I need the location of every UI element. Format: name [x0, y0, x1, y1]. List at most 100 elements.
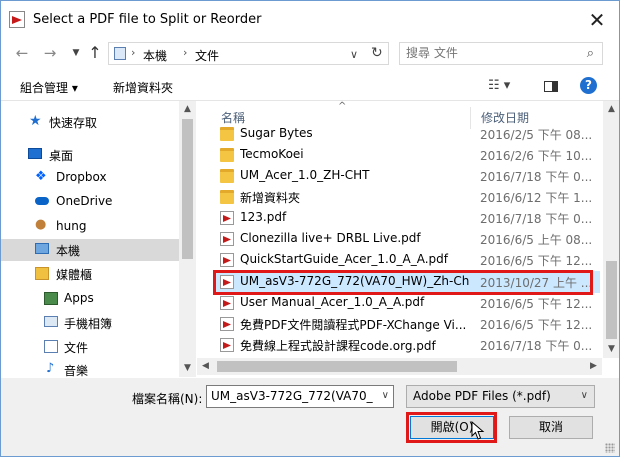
file-row-selected[interactable]: UM_asV3-772G_772(VA70_HW)_Zh-Ch... 2013/…	[214, 271, 600, 293]
toolbar: 組合管理 ▾ 新增資料夾 ☷ ▾ ?	[1, 71, 619, 101]
navigation-pane: ★ 快速存取 桌面 ❖ Dropbox OneDrive ● hung 本機 媒…	[1, 101, 197, 377]
address-chevron-down-icon[interactable]: ∨	[350, 48, 358, 61]
onedrive-icon	[35, 197, 49, 205]
close-button[interactable]: ✕	[585, 8, 609, 32]
file-dialog: Select a PDF file to Split or Reorder ✕ …	[0, 0, 620, 457]
breadcrumb-documents[interactable]: 文件	[195, 47, 219, 64]
nav-item-quick-access[interactable]: ★ 快速存取	[1, 111, 179, 133]
filename-input[interactable]	[211, 389, 373, 403]
breadcrumb-this-pc[interactable]: 本機	[143, 47, 167, 64]
scroll-thumb[interactable]	[182, 119, 193, 259]
file-row[interactable]: Clonezilla live+ DRBL Live.pdf 2016/6/5 …	[214, 228, 600, 250]
preview-pane-icon[interactable]	[544, 81, 558, 92]
scroll-thumb[interactable]	[217, 361, 457, 372]
nav-item-onedrive[interactable]: OneDrive	[1, 191, 179, 213]
breadcrumb-separator-icon: ›	[183, 46, 188, 59]
organize-button[interactable]: 組合管理 ▾	[20, 79, 78, 96]
refresh-icon[interactable]: ↻	[371, 45, 383, 61]
resize-grip-icon[interactable]	[605, 443, 615, 453]
file-date: 2016/6/5 下午 12...	[480, 297, 593, 311]
nav-item-label: 手機相簿	[64, 317, 113, 331]
scroll-down-icon[interactable]: ▼	[179, 360, 196, 377]
file-date: 2016/6/5 下午 12...	[480, 318, 593, 332]
user-icon: ●	[35, 217, 47, 232]
file-name: QuickStartGuide_Acer_1.0_A_A.pdf	[240, 252, 448, 266]
window-title: Select a PDF file to Split or Reorder	[33, 12, 262, 27]
folder-icon	[220, 169, 234, 183]
documents-icon	[44, 340, 58, 353]
file-row[interactable]: 123.pdf 2016/7/18 下午 0...	[214, 207, 600, 229]
pdf-file-icon	[220, 211, 234, 225]
new-folder-button[interactable]: 新增資料夾	[113, 79, 173, 96]
back-arrow-icon[interactable]: ←	[13, 43, 31, 63]
nav-item-desktop[interactable]: 桌面	[1, 144, 179, 166]
nav-item-music[interactable]: ♪ 音樂	[1, 359, 179, 377]
apps-icon	[44, 292, 58, 305]
nav-item-label: hung	[56, 219, 87, 233]
music-icon: ♪	[46, 361, 55, 376]
nav-item-apps[interactable]: Apps	[1, 288, 179, 310]
file-row[interactable]: UM_Acer_1.0_ZH-CHT 2016/7/18 下午 0...	[214, 165, 600, 187]
nav-item-label: Apps	[64, 291, 94, 305]
file-date: 2016/7/18 下午 0...	[480, 170, 593, 184]
file-row[interactable]: Sugar Bytes 2016/2/5 下午 08...	[214, 123, 600, 145]
nav-item-documents[interactable]: 文件	[1, 336, 179, 358]
scroll-right-icon[interactable]: ▶	[585, 358, 602, 375]
file-row[interactable]: TecmoKoei 2016/2/6 下午 10...	[214, 144, 600, 166]
folder-icon	[220, 190, 234, 204]
horizontal-scrollbar[interactable]: ◀ ▶	[197, 358, 602, 375]
file-row[interactable]: 新增資料夾 2016/6/12 下午 1...	[214, 186, 600, 208]
pdf-file-icon	[220, 317, 234, 331]
up-arrow-icon[interactable]: ↑	[86, 43, 104, 63]
nav-item-camera-roll[interactable]: 手機相簿	[1, 312, 179, 334]
file-list-scrollbar[interactable]: ▲ ▼	[603, 101, 619, 358]
search-box[interactable]: ⌕	[399, 42, 603, 65]
nav-scrollbar[interactable]: ▲ ▼	[179, 101, 196, 377]
help-icon[interactable]: ?	[580, 77, 597, 94]
file-row[interactable]: QuickStartGuide_Acer_1.0_A_A.pdf 2016/6/…	[214, 249, 600, 271]
scroll-up-icon[interactable]: ▲	[179, 101, 196, 118]
nav-item-label: 本機	[56, 244, 81, 258]
file-name: User Manual_Acer_1.0_A_A.pdf	[240, 295, 425, 309]
scroll-down-icon[interactable]: ▼	[603, 341, 619, 358]
scroll-left-icon[interactable]: ◀	[197, 358, 214, 375]
address-bar[interactable]: › 本機 › 文件 ∨ ↻	[108, 42, 389, 65]
file-name: Clonezilla live+ DRBL Live.pdf	[240, 231, 421, 245]
nav-item-user[interactable]: ● hung	[1, 216, 179, 238]
scroll-up-icon[interactable]: ▲	[603, 101, 619, 118]
search-input[interactable]	[406, 46, 576, 60]
pdf-file-icon	[220, 296, 234, 310]
nav-item-this-pc[interactable]: 本機	[1, 239, 179, 261]
pdf-file-icon	[220, 275, 234, 289]
breadcrumb-separator-icon: ›	[131, 46, 136, 59]
nav-item-libraries[interactable]: 媒體櫃	[1, 263, 179, 285]
computer-icon	[114, 47, 126, 60]
file-list: ^ 名稱 修改日期 Sugar Bytes 2016/2/5 下午 08... …	[197, 101, 619, 377]
file-row[interactable]: 免費PDF文件閱讀程式PDF-XChange Vi... 2016/6/5 下午…	[214, 313, 600, 335]
pdf-file-icon	[220, 338, 234, 352]
filename-combobox[interactable]: ∨	[206, 385, 394, 408]
file-name: 123.pdf	[240, 210, 287, 224]
computer-icon	[35, 243, 49, 254]
scroll-thumb[interactable]	[606, 261, 617, 339]
file-date: 2016/7/18 下午 0...	[480, 339, 593, 353]
nav-item-dropbox[interactable]: ❖ Dropbox	[1, 167, 179, 189]
star-icon: ★	[29, 113, 42, 129]
file-name: UM_asV3-772G_772(VA70_HW)_Zh-Ch...	[240, 274, 470, 288]
search-icon[interactable]: ⌕	[587, 46, 594, 61]
pdf-app-icon	[9, 11, 25, 28]
recent-locations-chevron-icon[interactable]: ▼	[67, 43, 85, 63]
nav-item-label: OneDrive	[56, 194, 113, 208]
file-name: 免費PDF文件閱讀程式PDF-XChange Vi...	[240, 318, 467, 332]
file-type-select[interactable]: Adobe PDF Files (*.pdf) ∨	[406, 385, 595, 408]
dialog-footer: 檔案名稱(N): ∨ Adobe PDF Files (*.pdf) ∨ 開啟(…	[1, 378, 619, 456]
file-row[interactable]: 免費線上程式設計課程code.org.pdf 2016/7/18 下午 0...	[214, 334, 600, 356]
file-date: 2016/7/18 下午 0...	[480, 212, 593, 226]
nav-item-label: Dropbox	[56, 170, 107, 184]
cancel-button[interactable]: 取消	[509, 416, 593, 439]
chevron-down-icon[interactable]: ∨	[382, 390, 389, 401]
chevron-down-icon[interactable]: ∨	[581, 390, 588, 401]
file-row[interactable]: User Manual_Acer_1.0_A_A.pdf 2016/6/5 下午…	[214, 292, 600, 314]
forward-arrow-icon[interactable]: →	[41, 43, 59, 63]
view-options-icon[interactable]: ☷ ▾	[488, 78, 510, 93]
